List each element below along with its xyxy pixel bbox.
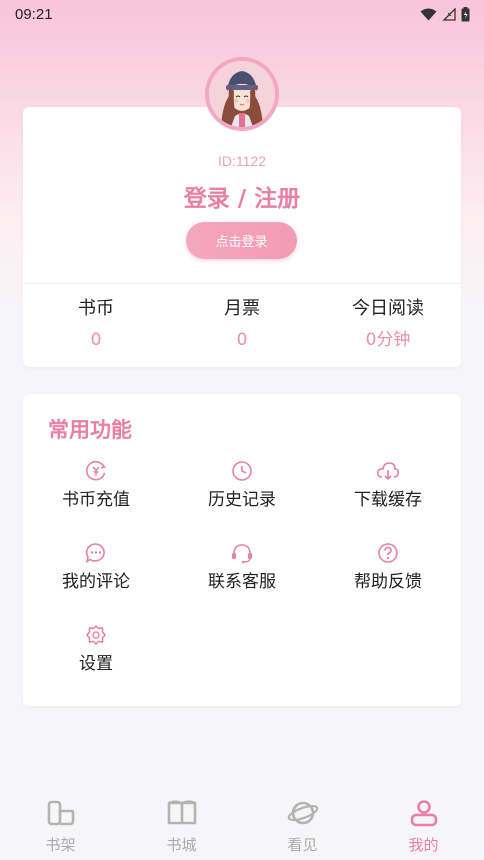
profile-card: ID:1122 登录 / 注册 点击登录 书币 0 月票 0 今日阅读 0分钟 [23, 107, 461, 367]
tab-mine[interactable]: 我的 [363, 798, 484, 860]
tab-label: 书城 [166, 836, 197, 854]
settings-icon [23, 624, 169, 646]
user-id: ID:1122 [218, 153, 266, 169]
feature-help-feedback[interactable]: 帮助反馈 [315, 542, 461, 593]
status-bar: 09:21 [0, 0, 484, 28]
tab-discover[interactable]: 看见 [242, 798, 363, 860]
login-register-link[interactable]: 登录 / 注册 [23, 179, 461, 213]
feature-label: 帮助反馈 [354, 572, 422, 592]
divider [23, 283, 461, 284]
signal-icon [442, 7, 456, 21]
coin-icon [23, 460, 169, 482]
status-icons [420, 6, 470, 22]
feature-settings[interactable]: 设置 [23, 624, 169, 675]
feature-history[interactable]: 历史记录 [169, 460, 315, 511]
feature-customer-service[interactable]: 联系客服 [169, 542, 315, 593]
feature-recharge[interactable]: 书币充值 [23, 460, 169, 511]
feature-label: 我的评论 [62, 572, 130, 592]
tab-label: 书架 [45, 836, 76, 854]
bottom-tabbar: 书架 书城 看见 我的 [0, 798, 484, 860]
feature-label: 下载缓存 [354, 490, 422, 510]
battery-icon [461, 6, 470, 22]
features-title: 常用功能 [48, 418, 132, 442]
stat-value: 0 [236, 330, 248, 350]
status-time: 09:21 [15, 5, 53, 23]
help-icon [315, 542, 461, 564]
wifi-icon [420, 8, 437, 21]
tab-bookshelf[interactable]: 书架 [0, 798, 121, 860]
feature-label: 联系客服 [208, 572, 276, 592]
feature-download[interactable]: 下载缓存 [315, 460, 461, 511]
feature-label: 历史记录 [208, 490, 276, 510]
avatar[interactable] [205, 57, 279, 131]
chat-icon [23, 542, 169, 564]
bookshelf-icon [46, 798, 76, 828]
stat-label: 今日阅读 [352, 298, 424, 319]
stat-value: 0 [90, 330, 102, 350]
stat-value: 0分钟 [365, 330, 411, 350]
stat-label: 月票 [224, 298, 260, 319]
tab-bookstore[interactable]: 书城 [121, 798, 242, 860]
headset-icon [169, 542, 315, 564]
stat-monthly-tickets[interactable]: 月票 0 [169, 297, 315, 351]
feature-label: 书币充值 [62, 490, 130, 510]
feature-comments[interactable]: 我的评论 [23, 542, 169, 593]
stat-coins[interactable]: 书币 0 [23, 297, 169, 351]
features-card: 常用功能 书币充值 历史记录 下载缓存 我的评论 联系客服 帮助反馈 设置 [23, 394, 461, 706]
tab-label: 看见 [287, 836, 318, 854]
stat-today-reading[interactable]: 今日阅读 0分钟 [315, 297, 461, 351]
profile-icon [409, 798, 439, 828]
feature-label: 设置 [79, 654, 113, 674]
login-button[interactable]: 点击登录 [186, 222, 297, 259]
clock-icon [169, 460, 315, 482]
cloud-download-icon [315, 460, 461, 482]
book-icon [166, 798, 198, 828]
stat-label: 书币 [78, 298, 114, 319]
tab-label: 我的 [408, 836, 439, 854]
avatar-image [209, 61, 275, 127]
planet-icon [287, 798, 319, 828]
